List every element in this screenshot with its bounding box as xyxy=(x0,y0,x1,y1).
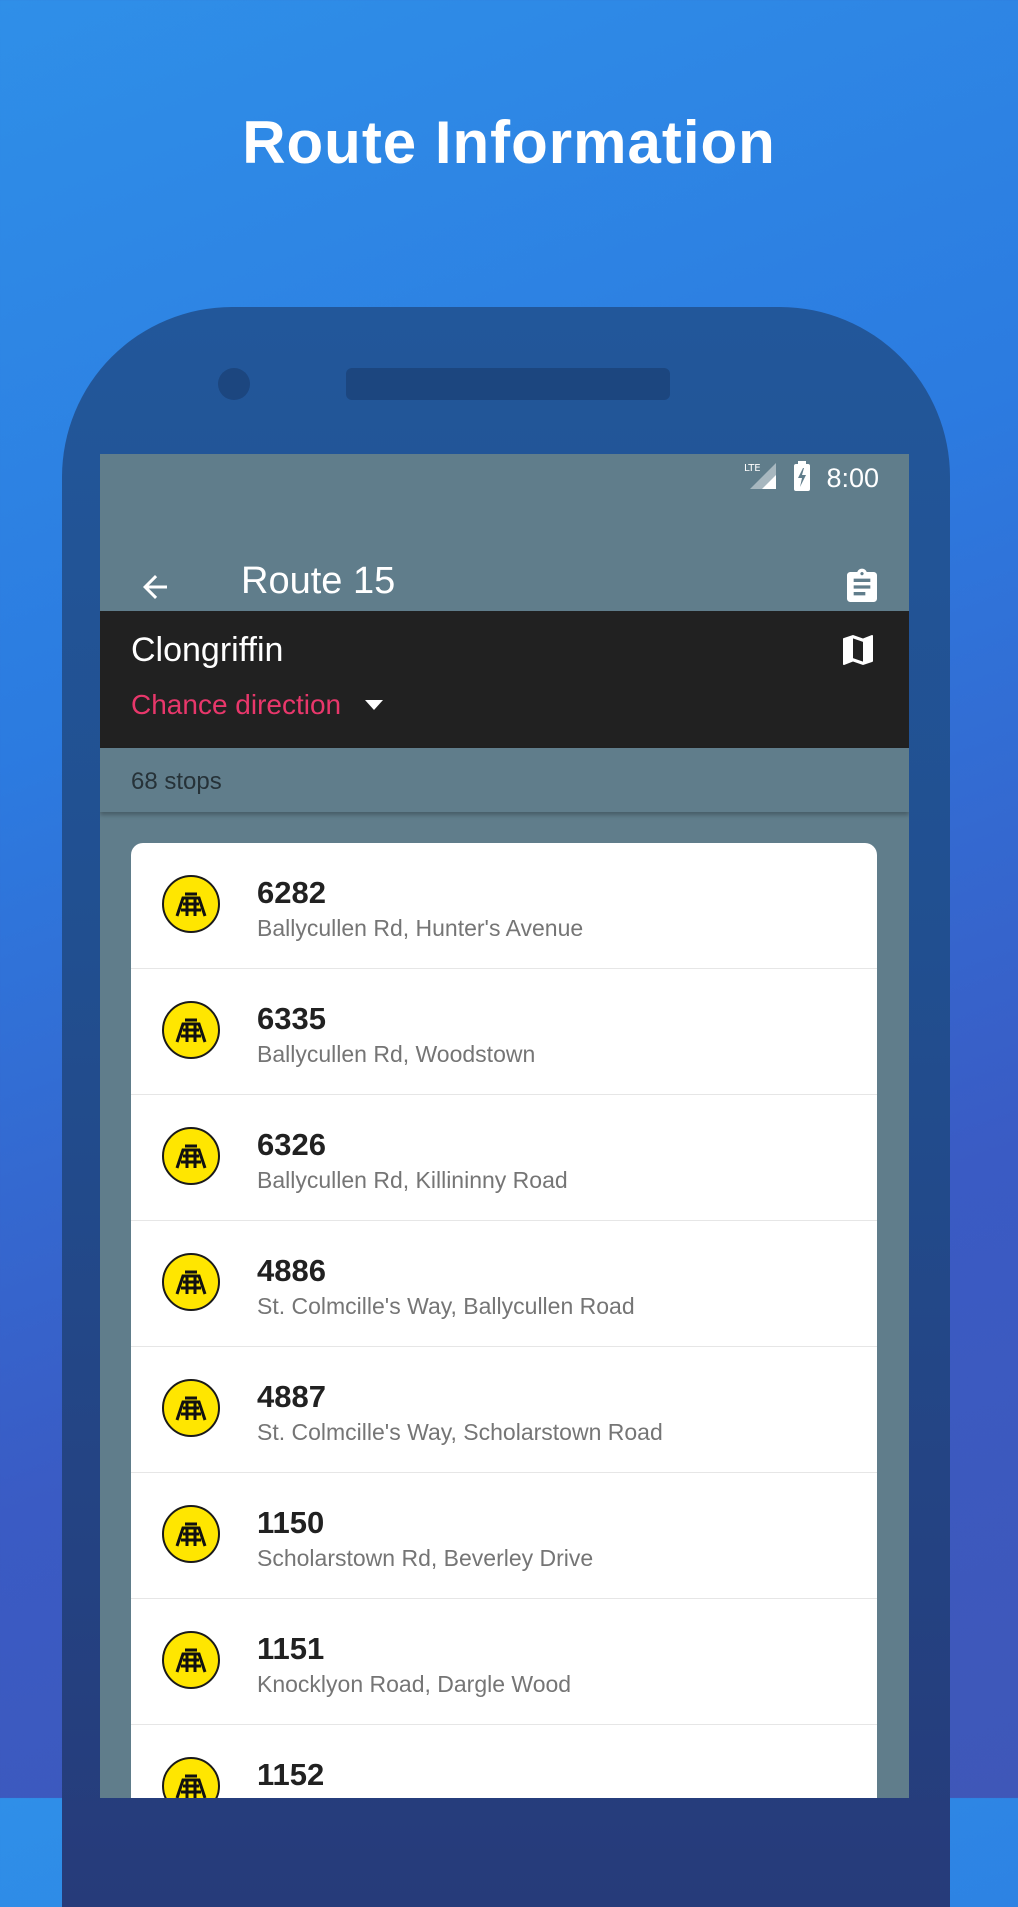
stop-row[interactable]: 1151 Knocklyon Road, Dargle Wood xyxy=(131,1599,877,1725)
phone-camera xyxy=(218,368,250,400)
stop-list: 6282 Ballycullen Rd, Hunter's Avenue 633… xyxy=(131,843,877,1798)
stop-row[interactable]: 4886 St. Colmcille's Way, Ballycullen Ro… xyxy=(131,1221,877,1347)
change-direction-dropdown[interactable]: Chance direction xyxy=(131,689,384,721)
dublin-bus-icon xyxy=(162,1505,220,1563)
battery-charging-icon xyxy=(792,460,812,496)
stop-row[interactable]: 6326 Ballycullen Rd, Killininny Road xyxy=(131,1095,877,1221)
stop-row[interactable]: 1152 xyxy=(131,1725,877,1798)
stop-name: Scholarstown Rd, Beverley Drive xyxy=(257,1545,594,1571)
stop-name: St. Colmcille's Way, Scholarstown Road xyxy=(257,1419,663,1445)
stop-number: 6282 xyxy=(257,875,326,910)
svg-text:LTE: LTE xyxy=(744,463,761,474)
map-icon xyxy=(838,630,878,675)
stop-number: 6326 xyxy=(257,1127,326,1162)
stop-number: 1152 xyxy=(257,1757,325,1792)
stop-number: 6335 xyxy=(257,1001,326,1036)
direction-destination: Clongriffin xyxy=(131,631,284,669)
dublin-bus-icon xyxy=(162,1127,220,1185)
stop-number: 4887 xyxy=(257,1379,326,1414)
back-button[interactable] xyxy=(130,564,180,614)
change-direction-label: Chance direction xyxy=(131,689,342,720)
clipboard-button[interactable] xyxy=(837,564,887,614)
signal-icon: LTE xyxy=(744,461,778,496)
stop-row[interactable]: 6335 Ballycullen Rd, Woodstown xyxy=(131,969,877,1095)
app-screen: LTE 8:00 Route 15 Clongriffin Chance dir… xyxy=(100,454,909,1798)
stop-number: 4886 xyxy=(257,1253,326,1288)
stop-name: Ballycullen Rd, Killininny Road xyxy=(257,1167,568,1193)
caret-down-icon xyxy=(365,700,384,710)
stop-number: 1150 xyxy=(257,1505,325,1540)
dublin-bus-icon xyxy=(162,1253,220,1311)
status-time: 8:00 xyxy=(826,462,879,493)
stop-name: Ballycullen Rd, Woodstown xyxy=(257,1041,536,1067)
dublin-bus-icon xyxy=(162,1001,220,1059)
promo-title: Route Information xyxy=(242,109,776,176)
stop-name: St. Colmcille's Way, Ballycullen Road xyxy=(257,1293,635,1319)
stops-count-bar: 68 stops xyxy=(100,748,909,812)
status-icons: LTE 8:00 xyxy=(744,460,879,496)
direction-panel: Clongriffin Chance direction xyxy=(100,611,909,748)
stop-row[interactable]: 1150 Scholarstown Rd, Beverley Drive xyxy=(131,1473,877,1599)
dublin-bus-icon xyxy=(162,1379,220,1437)
map-button[interactable] xyxy=(833,627,883,677)
stop-row[interactable]: 6282 Ballycullen Rd, Hunter's Avenue xyxy=(131,843,877,969)
dublin-bus-icon xyxy=(162,1631,220,1689)
stop-number: 1151 xyxy=(257,1631,325,1666)
clipboard-icon xyxy=(842,567,882,612)
stop-name: Knocklyon Road, Dargle Wood xyxy=(257,1671,572,1697)
dublin-bus-icon xyxy=(162,1757,220,1798)
dublin-bus-icon xyxy=(162,875,220,933)
stop-name: Ballycullen Rd, Hunter's Avenue xyxy=(257,915,584,941)
arrow-left-icon xyxy=(137,569,173,610)
stops-count: 68 stops xyxy=(131,768,222,795)
phone-speaker xyxy=(346,368,670,400)
status-bar: LTE 8:00 xyxy=(100,454,909,502)
stop-row[interactable]: 4887 St. Colmcille's Way, Scholarstown R… xyxy=(131,1347,877,1473)
